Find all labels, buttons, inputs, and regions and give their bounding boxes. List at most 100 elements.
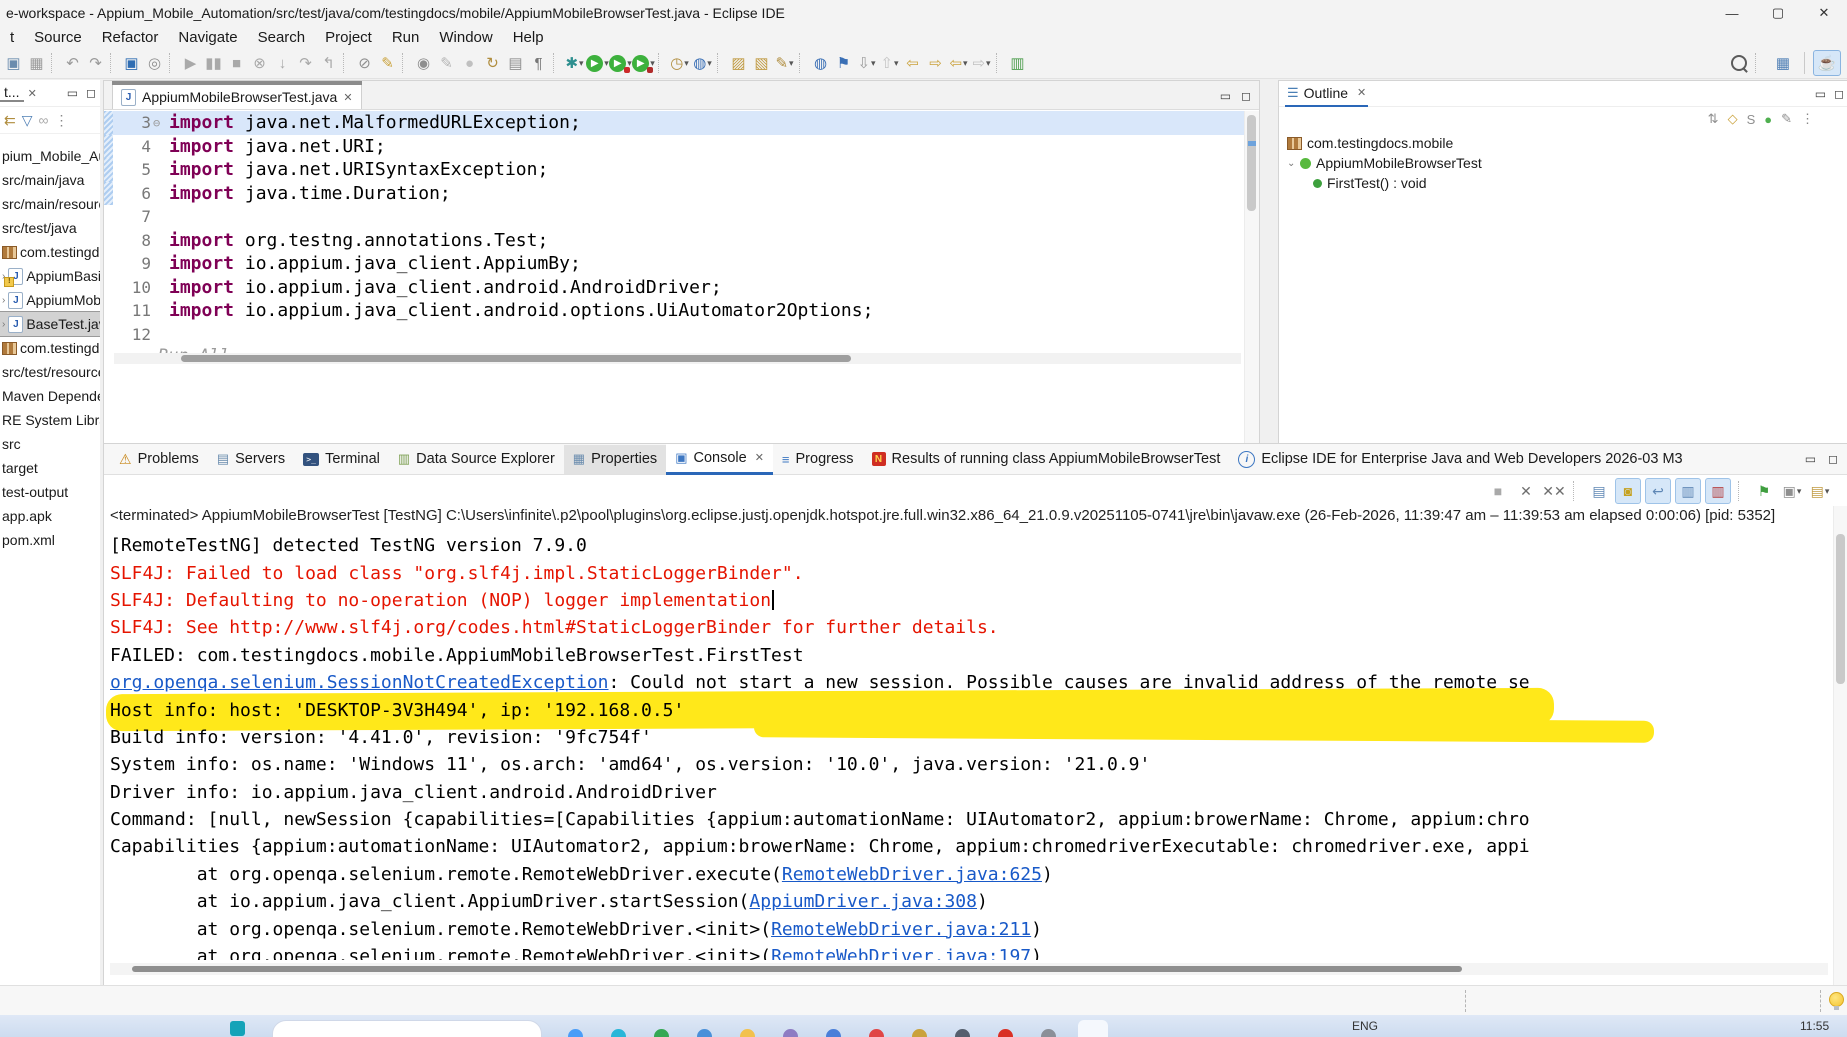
fold-icon[interactable]: ⊖ xyxy=(153,116,167,130)
tree-item[interactable]: Maven Dependenc xyxy=(0,384,100,408)
show-whitespace-icon[interactable]: ¶ xyxy=(527,51,550,75)
tree-item[interactable]: src xyxy=(0,432,100,456)
lightbulb-icon[interactable] xyxy=(1829,992,1844,1007)
minimize-view-icon[interactable]: ▭ xyxy=(1220,89,1231,103)
language-indicator[interactable]: ENG xyxy=(1352,1019,1378,1033)
code-line[interactable]: 6import java.time.Duration; xyxy=(104,182,1259,206)
tree-item[interactable]: RE System Library xyxy=(0,408,100,432)
code-line[interactable]: 5import java.net.URISyntaxException; xyxy=(104,158,1259,182)
view-menu-icon[interactable]: ⋮ xyxy=(1801,111,1814,127)
code-line[interactable]: 9import io.appium.java_client.AppiumBy; xyxy=(104,252,1259,276)
dropdown-arrow-icon[interactable]: ▾ xyxy=(1825,486,1830,497)
debug-icon[interactable]: ✱▾ xyxy=(563,51,586,75)
menu-item-search[interactable]: Search xyxy=(248,29,316,46)
refresh-icon[interactable]: ↻ xyxy=(481,51,504,75)
dropdown-arrow-icon[interactable]: ▾ xyxy=(986,58,991,69)
filter-icon[interactable]: ▽ xyxy=(22,112,33,129)
team-sync-icon[interactable]: ● xyxy=(458,51,481,75)
code-line[interactable]: 10import io.appium.java_client.android.A… xyxy=(104,276,1259,300)
stack-trace-link[interactable]: RemoteWebDriver.java:197 xyxy=(771,946,1031,960)
code-line[interactable]: 4import java.net.URI; xyxy=(104,135,1259,159)
taskbar-app-icon[interactable] xyxy=(568,1029,583,1037)
previous-annotation-icon[interactable]: ⇧▾ xyxy=(878,51,901,75)
resume-icon[interactable]: ▶ xyxy=(179,51,202,75)
console-output[interactable]: [RemoteTestNG] detected TestNG version 7… xyxy=(104,532,1834,960)
breakpoint-view-icon[interactable]: ◉ xyxy=(412,51,435,75)
hide-static-icon[interactable]: S xyxy=(1747,112,1756,127)
step-return-icon[interactable]: ↰ xyxy=(317,51,340,75)
view-menu-icon[interactable]: ⋮ xyxy=(55,112,69,129)
stack-trace-link[interactable]: org.openqa.selenium.SessionNotCreatedExc… xyxy=(110,672,609,693)
new-wizard-icon[interactable]: ▣ xyxy=(2,51,25,75)
new-java-project-icon[interactable]: ◷▾ xyxy=(668,51,691,75)
stack-trace-link[interactable]: RemoteWebDriver.java:625 xyxy=(782,864,1042,885)
open-element-icon[interactable]: ▨ xyxy=(727,51,750,75)
skip-breakpoints-icon[interactable]: ⊘ xyxy=(353,51,376,75)
minimize-button[interactable]: — xyxy=(1709,0,1755,26)
editor-horizontal-scrollbar[interactable] xyxy=(114,353,1241,364)
remove-launch-icon[interactable]: ✕ xyxy=(1514,479,1538,503)
outline-item[interactable]: com.testingdocs.mobile xyxy=(1279,133,1847,153)
dropdown-arrow-icon[interactable]: ▾ xyxy=(1797,486,1802,497)
expander-icon[interactable]: › xyxy=(2,295,5,306)
tree-item[interactable]: ›JAppiumBasi xyxy=(0,264,100,288)
taskbar-app-icon[interactable] xyxy=(783,1029,798,1037)
code-line[interactable]: 12 xyxy=(104,323,1259,347)
tree-item[interactable]: test-output xyxy=(0,480,100,504)
taskbar-app-icon[interactable] xyxy=(697,1029,712,1037)
menu-item-run[interactable]: Run xyxy=(382,29,430,46)
close-button[interactable]: ✕ xyxy=(1801,0,1847,26)
maximize-view-icon[interactable]: ◻ xyxy=(1828,452,1838,466)
tree-item[interactable]: app.apk xyxy=(0,504,100,528)
outline-item[interactable]: FirstTest() : void xyxy=(1279,173,1847,193)
tree-item[interactable]: ›JBaseTest.jav xyxy=(0,312,100,336)
step-into-icon[interactable]: ↓ xyxy=(271,51,294,75)
stack-trace-link[interactable]: AppiumDriver.java:308 xyxy=(749,891,977,912)
maximize-button[interactable]: ▢ xyxy=(1755,0,1801,26)
console-horizontal-scrollbar[interactable] xyxy=(110,963,1828,975)
taskbar-overflow-button[interactable] xyxy=(1078,1020,1108,1037)
maximize-view-icon[interactable]: ◻ xyxy=(86,86,96,100)
annotate-icon[interactable]: ✎▾ xyxy=(773,51,796,75)
taskbar-app-icon[interactable] xyxy=(826,1029,841,1037)
dropdown-arrow-icon[interactable]: ▾ xyxy=(894,58,899,69)
code-line[interactable]: 7 xyxy=(104,205,1259,229)
console-view-icon[interactable]: ▤ xyxy=(504,51,527,75)
close-icon[interactable]: ✕ xyxy=(343,91,352,104)
stack-trace-link[interactable]: RemoteWebDriver.java:211 xyxy=(771,919,1031,940)
open-console-icon[interactable]: ▤▾ xyxy=(1808,479,1832,503)
remove-all-launches-icon[interactable]: ✕✕ xyxy=(1542,479,1566,503)
package-explorer-tab[interactable]: t... xyxy=(0,84,24,102)
dropdown-arrow-icon[interactable]: ▾ xyxy=(789,58,794,69)
scroll-lock-icon[interactable]: ◙ xyxy=(1615,478,1641,504)
outline-item[interactable]: ⌄AppiumMobileBrowserTest xyxy=(1279,153,1847,173)
tree-item[interactable]: com.testingdoc xyxy=(0,240,100,264)
redo-icon[interactable]: ↷ xyxy=(84,51,107,75)
tab-problems[interactable]: ⚠Problems xyxy=(110,445,208,474)
pin-editor-icon[interactable]: ◎ xyxy=(143,51,166,75)
tab-progress[interactable]: ≡Progress xyxy=(773,445,863,474)
forward-icon[interactable]: ⇨▾ xyxy=(970,51,993,75)
terminate-icon[interactable]: ■ xyxy=(1486,479,1510,503)
outline-tab[interactable]: ☰ Outline ✕ xyxy=(1285,80,1368,107)
expander-icon[interactable]: ⌄ xyxy=(1287,158,1295,169)
taskbar-app-icon[interactable] xyxy=(1041,1029,1056,1037)
open-console-icon[interactable]: ▣ xyxy=(120,51,143,75)
word-wrap-icon[interactable]: ↩ xyxy=(1645,478,1671,504)
external-tools-icon[interactable]: ⚑ xyxy=(832,51,855,75)
tree-item[interactable]: src/test/resources xyxy=(0,360,100,384)
run-icon[interactable]: ▶▾ xyxy=(586,51,609,75)
tree-item[interactable]: com.testingdoc xyxy=(0,336,100,360)
open-perspective-icon[interactable]: ▦ xyxy=(1770,51,1796,75)
menu-item-t[interactable]: t xyxy=(0,29,24,46)
forward-history-icon[interactable]: ⇨ xyxy=(924,51,947,75)
clock[interactable]: 11:55 xyxy=(1800,1019,1829,1033)
browser-icon[interactable]: ◍ xyxy=(809,51,832,75)
taskbar-search-box[interactable] xyxy=(272,1020,542,1037)
tree-item[interactable]: target xyxy=(0,456,100,480)
tab-terminal[interactable]: >_Terminal xyxy=(294,445,389,474)
close-icon[interactable]: ✕ xyxy=(28,87,37,100)
disconnect-icon[interactable]: ⊗ xyxy=(248,51,271,75)
pause-icon[interactable]: ▮▮ xyxy=(202,51,225,75)
tab-console[interactable]: ▣Console✕ xyxy=(666,443,773,475)
